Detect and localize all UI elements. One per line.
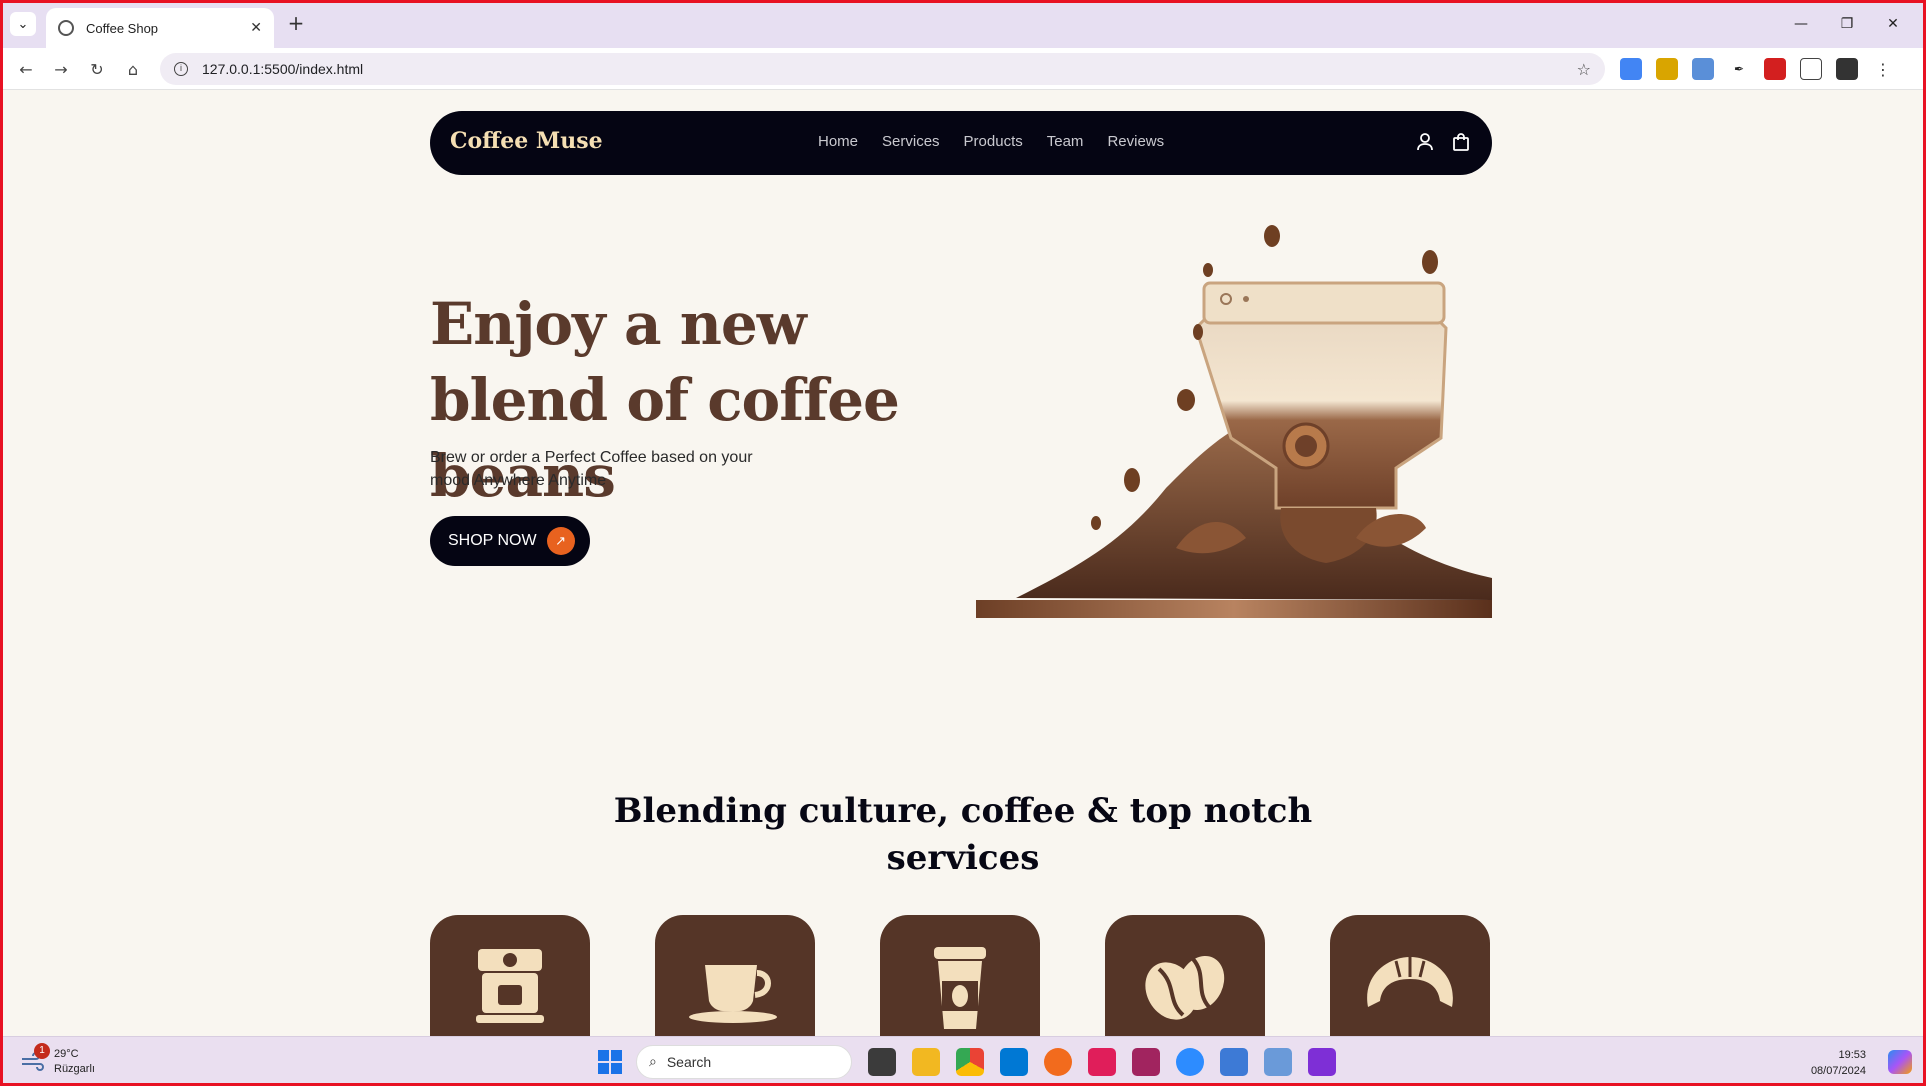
- site-navbar: Coffee Muse Home Services Products Team …: [430, 111, 1492, 175]
- new-tab-button[interactable]: +: [284, 12, 308, 36]
- nav-links: Home Services Products Team Reviews: [818, 133, 1164, 150]
- extensions-area: ✒ ⋮: [1620, 58, 1894, 80]
- browser-tab-bar: ⌄ Coffee Shop ✕ + — ❐ ✕: [0, 0, 1926, 48]
- service-card-cup[interactable]: [655, 915, 815, 1036]
- extensions-puzzle-icon[interactable]: [1800, 58, 1822, 80]
- slack-icon[interactable]: [1088, 1048, 1116, 1076]
- coffee-bean-icon: [1145, 955, 1225, 1020]
- close-window-button[interactable]: ✕: [1870, 10, 1916, 38]
- taskbar-search-text: Search: [666, 1054, 712, 1070]
- weather-widget[interactable]: 1 29°C Rüzgarlı: [20, 1043, 95, 1077]
- chrome-icon[interactable]: [956, 1048, 984, 1076]
- coffee-cup-icon: [689, 965, 777, 1023]
- site-logo[interactable]: Coffee Muse: [450, 128, 603, 154]
- nav-link-team[interactable]: Team: [1047, 133, 1084, 150]
- reload-button[interactable]: ↻: [85, 57, 109, 81]
- url-text[interactable]: 127.0.0.1:5500/index.html: [202, 61, 1577, 77]
- window-controls: — ❐ ✕: [1778, 10, 1916, 38]
- web-page: Coffee Muse Home Services Products Team …: [3, 90, 1923, 1036]
- nav-link-services[interactable]: Services: [882, 133, 940, 150]
- services-section-title: Blending culture, coffee & top notch ser…: [613, 791, 1313, 878]
- remote-desktop-icon[interactable]: [1220, 1048, 1248, 1076]
- user-icon[interactable]: [1416, 132, 1434, 152]
- taskbar-search[interactable]: ⌕ Search: [636, 1045, 852, 1079]
- file-explorer-icon[interactable]: [912, 1048, 940, 1076]
- nav-icons: [1416, 132, 1470, 152]
- browser-tab[interactable]: Coffee Shop ✕: [46, 8, 274, 48]
- system-clock[interactable]: 19:53 08/07/2024: [1811, 1047, 1866, 1079]
- nav-link-products[interactable]: Products: [964, 133, 1023, 150]
- nav-link-reviews[interactable]: Reviews: [1107, 133, 1164, 150]
- search-icon: ⌕: [649, 1054, 657, 1070]
- shop-now-label: SHOP NOW: [448, 532, 537, 549]
- back-button[interactable]: ←: [14, 57, 38, 81]
- site-info-icon[interactable]: i: [174, 62, 188, 76]
- minimize-button[interactable]: —: [1778, 10, 1824, 38]
- profile-avatar[interactable]: [1836, 58, 1858, 80]
- copilot-icon[interactable]: [1888, 1050, 1912, 1074]
- extension-off-icon[interactable]: [1764, 58, 1786, 80]
- nav-link-home[interactable]: Home: [818, 133, 858, 150]
- weather-text: 29°C Rüzgarlı: [54, 1047, 95, 1077]
- arrow-up-right-icon: ↗: [546, 527, 575, 555]
- browser-toolbar: ← → ↻ ⌂ i 127.0.0.1:5500/index.html ☆ ✒ …: [0, 48, 1926, 90]
- service-card-takeaway[interactable]: [880, 915, 1040, 1036]
- task-view-icon[interactable]: [868, 1048, 896, 1076]
- weather-badge: 1: [34, 1043, 50, 1059]
- intellij-icon[interactable]: [1132, 1048, 1160, 1076]
- bootstrap-studio-icon[interactable]: [1308, 1048, 1336, 1076]
- shopping-bag-icon[interactable]: [1452, 132, 1470, 152]
- wind-icon: 1: [20, 1043, 50, 1073]
- hero-subtitle: Brew or order a Perfect Coffee based on …: [430, 449, 753, 489]
- service-card-croissant[interactable]: [1330, 915, 1490, 1036]
- translate-extension-icon[interactable]: [1620, 58, 1642, 80]
- tab-close-icon[interactable]: ✕: [250, 20, 262, 36]
- zoom-icon[interactable]: [1176, 1048, 1204, 1076]
- restore-button[interactable]: ❐: [1824, 10, 1870, 38]
- takeaway-cup-icon: [934, 947, 986, 1029]
- bookmark-star-icon[interactable]: ☆: [1577, 60, 1591, 79]
- globe-icon: [58, 20, 74, 36]
- tab-list-button[interactable]: ⌄: [10, 12, 36, 36]
- clock-time: 19:53: [1838, 1049, 1866, 1061]
- espresso-machine-icon: [476, 949, 544, 1023]
- clock-date: 08/07/2024: [1810, 1065, 1866, 1077]
- shop-now-button[interactable]: SHOP NOW ↗: [430, 516, 590, 566]
- vscode-icon[interactable]: [1000, 1048, 1028, 1076]
- croissant-icon: [1367, 957, 1453, 1007]
- browser-menu-icon[interactable]: ⋮: [1872, 58, 1894, 80]
- snipping-tool-icon[interactable]: [1264, 1048, 1292, 1076]
- taskbar-apps: [868, 1048, 1336, 1076]
- service-card-espresso[interactable]: [430, 915, 590, 1036]
- eyedropper-extension-icon[interactable]: ✒: [1728, 58, 1750, 80]
- postman-icon[interactable]: [1044, 1048, 1072, 1076]
- weather-description: Rüzgarlı: [54, 1063, 95, 1075]
- windows-start-button[interactable]: [598, 1050, 622, 1074]
- os-taskbar: 1 29°C Rüzgarlı ⌕ Search 19:53 08/07/202…: [0, 1036, 1926, 1086]
- service-card-beans[interactable]: [1105, 915, 1265, 1036]
- weather-temperature: 29°C: [54, 1048, 79, 1060]
- extension-icon[interactable]: [1656, 58, 1678, 80]
- home-button[interactable]: ⌂: [121, 57, 145, 81]
- tab-title: Coffee Shop: [86, 20, 159, 36]
- coffee-grinder-illustration: [976, 225, 1492, 618]
- forward-button[interactable]: →: [49, 57, 73, 81]
- extension-icon[interactable]: [1692, 58, 1714, 80]
- address-bar[interactable]: i 127.0.0.1:5500/index.html ☆: [160, 53, 1605, 85]
